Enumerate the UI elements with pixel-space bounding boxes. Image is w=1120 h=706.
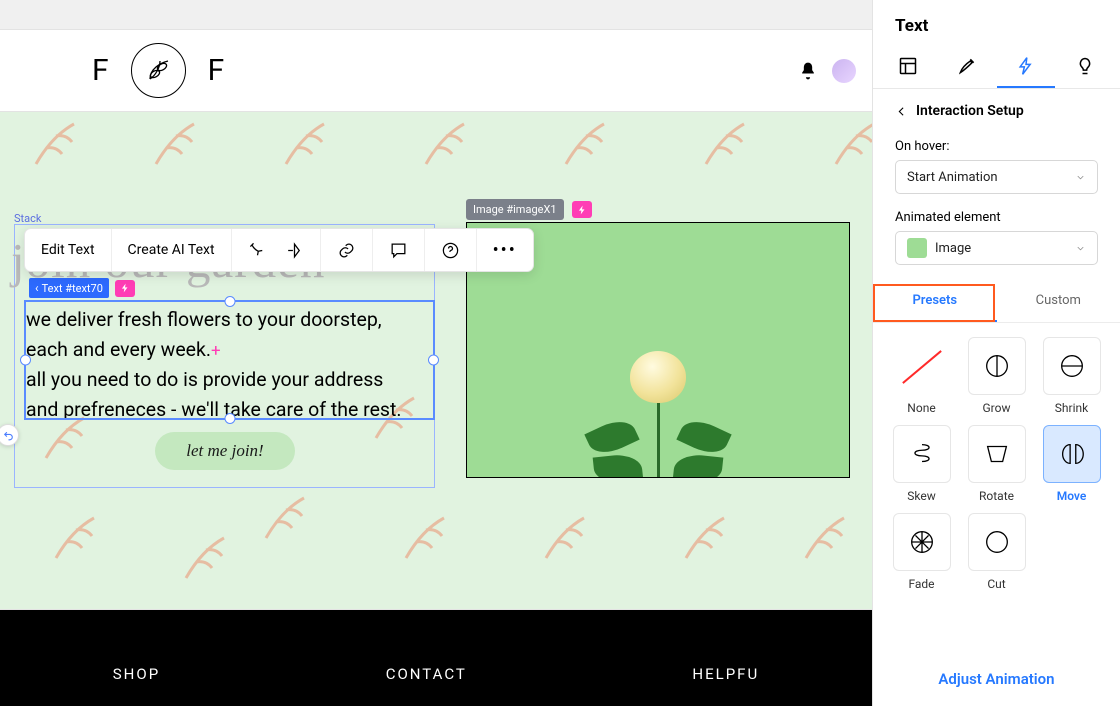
adjust-animation-button[interactable]: Adjust Animation [873,642,1120,706]
resize-handle-left[interactable] [20,355,31,366]
preset-custom-tabs: Presets Custom [873,281,1120,323]
preset-grow[interactable]: Grow [962,337,1031,415]
notifications-icon[interactable] [798,61,818,81]
logo-letter-right: F [208,53,225,88]
tab-interactions[interactable] [997,46,1056,88]
tab-custom[interactable]: Custom [997,281,1120,322]
tab-tips[interactable] [1055,46,1114,88]
chevron-left-icon [895,105,908,118]
page-canvas[interactable]: Stack join our garden Text #text70 we de… [0,112,872,610]
link-icon[interactable] [337,241,356,260]
footer-link-shop[interactable]: SHOP [113,665,160,683]
interaction-setup-label: Interaction Setup [916,103,1024,119]
site-logo: F F [92,43,224,98]
text-element-tag-row: Text #text70 [29,278,135,298]
on-hover-value: Start Animation [907,170,998,185]
tab-presets[interactable]: Presets [873,281,997,322]
footer-link-helpful[interactable]: HELPFU [692,665,759,683]
text-selection-frame[interactable] [24,300,435,420]
preset-rotate[interactable]: Rotate [962,425,1031,503]
preset-shrink[interactable]: Shrink [1037,337,1106,415]
chevron-down-icon [1075,243,1086,254]
main-ribbon: F F [0,30,872,112]
resize-handle-right[interactable] [428,355,439,366]
animated-element-value: Image [935,241,971,256]
flower-illustration [630,363,686,478]
properties-sidebar: Text Interaction Setup On hover: Start A… [872,0,1120,706]
preset-none[interactable]: None [887,337,956,415]
resize-handle-top[interactable] [224,296,235,307]
footer-link-contact[interactable]: CONTACT [386,665,467,683]
on-hover-label: On hover: [873,129,1120,160]
tab-layout[interactable] [879,46,938,88]
text-interaction-icon[interactable] [115,280,135,297]
resize-handle-bottom[interactable] [224,413,235,424]
chevron-down-icon [1075,172,1086,183]
image-interaction-icon[interactable] [572,201,592,218]
preset-skew[interactable]: Skew [887,425,956,503]
create-ai-text-button[interactable]: Create AI Text [112,229,232,271]
tab-design[interactable] [938,46,997,88]
panel-title: Text [873,0,1120,46]
preset-cut[interactable]: Cut [962,513,1031,591]
edit-text-button[interactable]: Edit Text [25,229,112,271]
avatar[interactable] [832,59,856,83]
help-icon[interactable] [441,241,460,260]
align-icon[interactable] [285,241,304,260]
more-button[interactable]: ••• [477,229,533,271]
animated-element-label: Animated element [873,200,1120,231]
logo-letter-left: F [92,53,109,88]
text-element-tag[interactable]: Text #text70 [29,278,109,298]
footer: SHOP CONTACT HELPFU [0,610,872,706]
animation-icon[interactable] [248,241,267,260]
comment-icon[interactable] [389,241,408,260]
text-toolbar: Edit Text Create AI Text ••• [24,228,534,272]
panel-tabs [873,46,1120,89]
image-element-tag[interactable]: Image #imageX1 [466,199,564,220]
image-tag-row: Image #imageX1 [466,199,592,220]
element-thumb-icon [907,238,927,258]
on-hover-dropdown[interactable]: Start Animation [895,160,1098,194]
preset-move[interactable]: Move [1037,425,1106,503]
logo-ring-icon [131,43,186,98]
cta-button[interactable]: let me join! [155,432,295,470]
animated-element-dropdown[interactable]: Image [895,231,1098,265]
preset-fade[interactable]: Fade [887,513,956,591]
top-strip [0,0,872,30]
interaction-setup-header[interactable]: Interaction Setup [873,89,1120,129]
preset-grid: None Grow Shrink Skew Rotate Move Fade [873,323,1120,591]
